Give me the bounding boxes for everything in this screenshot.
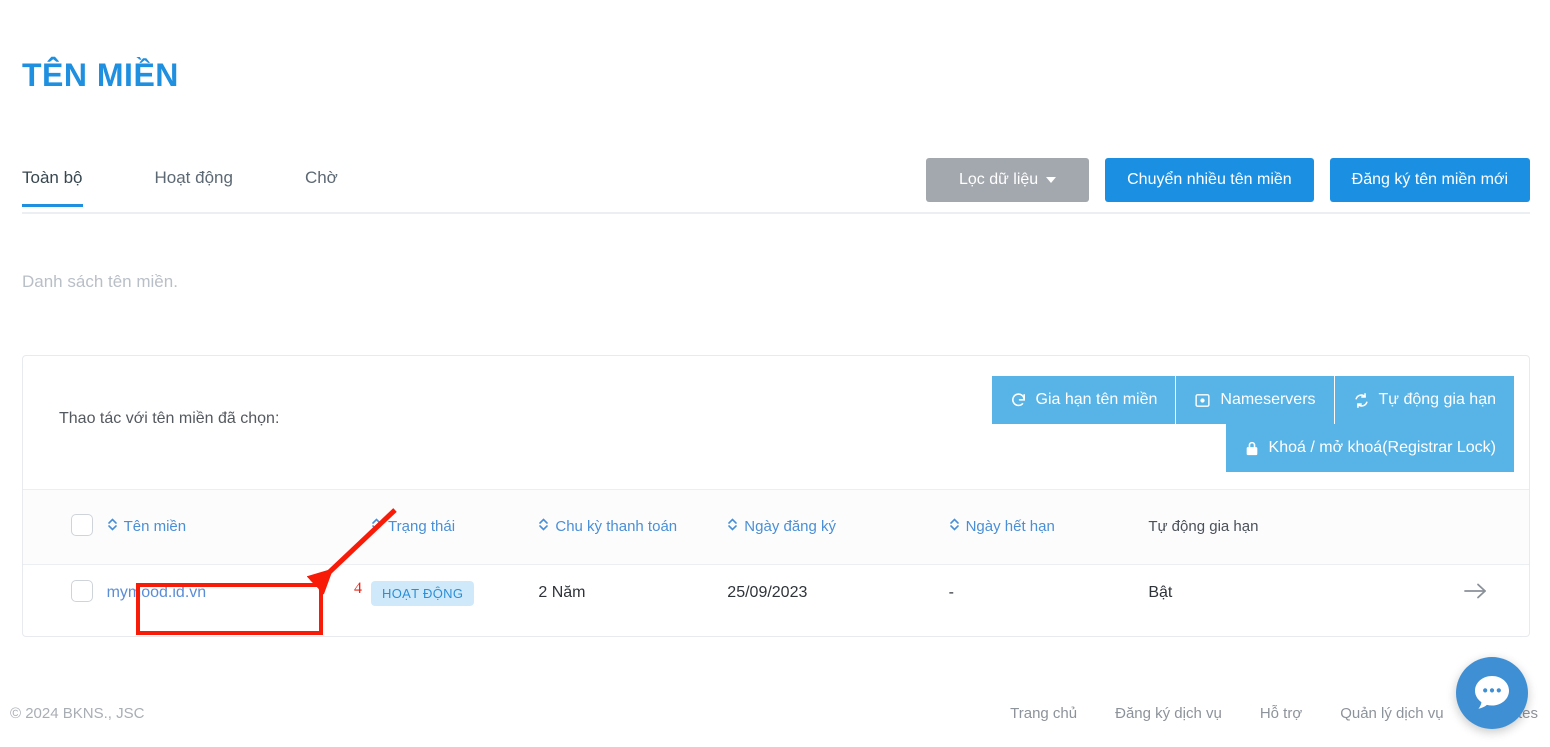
filter-data-label: Lọc dữ liệu bbox=[959, 171, 1038, 188]
list-subtitle: Danh sách tên miền. bbox=[22, 272, 178, 292]
footer-link-home[interactable]: Trang chủ bbox=[1010, 705, 1077, 722]
sort-icon bbox=[727, 517, 738, 536]
column-header-cycle-label: Chu kỳ thanh toán bbox=[555, 518, 677, 535]
column-header-status-label: Trạng thái bbox=[388, 518, 455, 535]
domain-name-link[interactable]: mymood.id.vn bbox=[107, 584, 207, 601]
bulk-renew-label: Gia hạn tên miền bbox=[1036, 391, 1158, 409]
column-header-status[interactable]: Trạng thái bbox=[363, 490, 530, 564]
cell-registered-date: 25/09/2023 bbox=[719, 564, 940, 622]
domains-card: Thao tác với tên miền đã chọn: Gia hạn t… bbox=[22, 355, 1530, 637]
transfer-domains-button[interactable]: Chuyển nhiều tên miền bbox=[1105, 158, 1314, 202]
bulk-registrar-lock-label: Khoá / mở khoá(Registrar Lock) bbox=[1269, 439, 1496, 457]
footer-link-manage-service[interactable]: Quản lý dịch vụ bbox=[1340, 705, 1443, 722]
footer-link-support[interactable]: Hỗ trợ bbox=[1260, 705, 1302, 722]
column-header-registered[interactable]: Ngày đăng ký bbox=[719, 490, 940, 564]
cell-expiry-date: - bbox=[941, 564, 1141, 622]
table-body: mymood.id.vn HOẠT ĐỘNG 2 Năm 25/09/2023 … bbox=[23, 564, 1529, 622]
copyright-text: © 2024 BKNS., JSC bbox=[10, 705, 144, 722]
bulk-renew-button[interactable]: Gia hạn tên miền bbox=[992, 376, 1176, 424]
sort-icon bbox=[371, 517, 382, 536]
row-detail-arrow-icon[interactable] bbox=[1463, 588, 1489, 605]
domain-list-page: TÊN MIỀN Toàn bộ Hoạt động Chờ Lọc dữ li… bbox=[0, 0, 1550, 747]
tab-active[interactable]: Hoạt động bbox=[155, 158, 233, 207]
bulk-actions-header: Thao tác với tên miền đã chọn: Gia hạn t… bbox=[23, 356, 1529, 490]
toolbar-actions: Lọc dữ liệu Chuyển nhiều tên miền Đăng k… bbox=[926, 158, 1530, 202]
filter-data-button[interactable]: Lọc dữ liệu bbox=[926, 158, 1089, 202]
column-header-expires-label: Ngày hết hạn bbox=[966, 518, 1055, 535]
footer-link-register-service[interactable]: Đăng ký dịch vụ bbox=[1115, 705, 1222, 722]
cell-autorenew: Bật bbox=[1140, 564, 1399, 622]
row-select-cell bbox=[23, 564, 99, 622]
sort-icon bbox=[107, 517, 118, 536]
table-header: Tên miền Trạng thái Chu kỳ thanh toán Ng… bbox=[23, 490, 1529, 564]
lock-icon bbox=[1244, 440, 1260, 457]
tab-all[interactable]: Toàn bộ bbox=[22, 158, 83, 207]
bulk-autorenew-label: Tự động gia hạn bbox=[1379, 391, 1496, 409]
sync-icon bbox=[1353, 392, 1370, 409]
select-all-checkbox[interactable] bbox=[71, 514, 93, 536]
table-header-row: Tên miền Trạng thái Chu kỳ thanh toán Ng… bbox=[23, 490, 1529, 564]
chevron-down-icon bbox=[1046, 177, 1056, 183]
column-header-actions bbox=[1399, 490, 1529, 564]
column-header-name[interactable]: Tên miền bbox=[99, 490, 363, 564]
column-header-expires[interactable]: Ngày hết hạn bbox=[941, 490, 1141, 564]
page-title: TÊN MIỀN bbox=[22, 57, 179, 94]
chat-widget-button[interactable] bbox=[1456, 657, 1528, 729]
table-row: mymood.id.vn HOẠT ĐỘNG 2 Năm 25/09/2023 … bbox=[23, 564, 1529, 622]
row-checkbox[interactable] bbox=[71, 580, 93, 602]
column-header-name-label: Tên miền bbox=[124, 518, 187, 535]
column-header-cycle[interactable]: Chu kỳ thanh toán bbox=[530, 490, 719, 564]
tab-pending[interactable]: Chờ bbox=[305, 158, 338, 207]
tab-bar: Toàn bộ Hoạt động Chờ Lọc dữ liệu Chuyển… bbox=[22, 158, 1530, 214]
bulk-nameservers-label: Nameservers bbox=[1220, 391, 1315, 409]
status-badge: HOẠT ĐỘNG bbox=[371, 581, 474, 606]
cell-domain-name: mymood.id.vn bbox=[99, 564, 363, 622]
chat-bubble-icon bbox=[1472, 674, 1512, 712]
annotation-step-number: 4 bbox=[354, 580, 362, 598]
sort-icon bbox=[949, 517, 960, 536]
column-header-registered-label: Ngày đăng ký bbox=[744, 518, 836, 535]
bulk-autorenew-button[interactable]: Tự động gia hạn bbox=[1334, 376, 1514, 424]
refresh-icon bbox=[1010, 392, 1027, 409]
domains-table: Tên miền Trạng thái Chu kỳ thanh toán Ng… bbox=[23, 490, 1529, 622]
bulk-actions-group: Gia hạn tên miền Nameservers Tự động gia… bbox=[912, 376, 1514, 472]
bulk-actions-label: Thao tác với tên miền đã chọn: bbox=[59, 410, 279, 428]
register-domain-button[interactable]: Đăng ký tên miền mới bbox=[1330, 158, 1530, 202]
page-footer: © 2024 BKNS., JSC Trang chủ Đăng ký dịch… bbox=[0, 689, 1550, 747]
server-icon bbox=[1194, 392, 1211, 409]
sort-icon bbox=[538, 517, 549, 536]
select-all-header bbox=[23, 490, 99, 564]
column-header-autorenew: Tự động gia hạn bbox=[1140, 490, 1399, 564]
bulk-nameservers-button[interactable]: Nameservers bbox=[1175, 376, 1333, 424]
cell-row-action bbox=[1399, 564, 1529, 622]
cell-cycle: 2 Năm bbox=[530, 564, 719, 622]
tab-list: Toàn bộ Hoạt động Chờ bbox=[22, 158, 410, 207]
cell-status: HOẠT ĐỘNG bbox=[363, 564, 530, 622]
bulk-registrar-lock-button[interactable]: Khoá / mở khoá(Registrar Lock) bbox=[1226, 424, 1514, 472]
